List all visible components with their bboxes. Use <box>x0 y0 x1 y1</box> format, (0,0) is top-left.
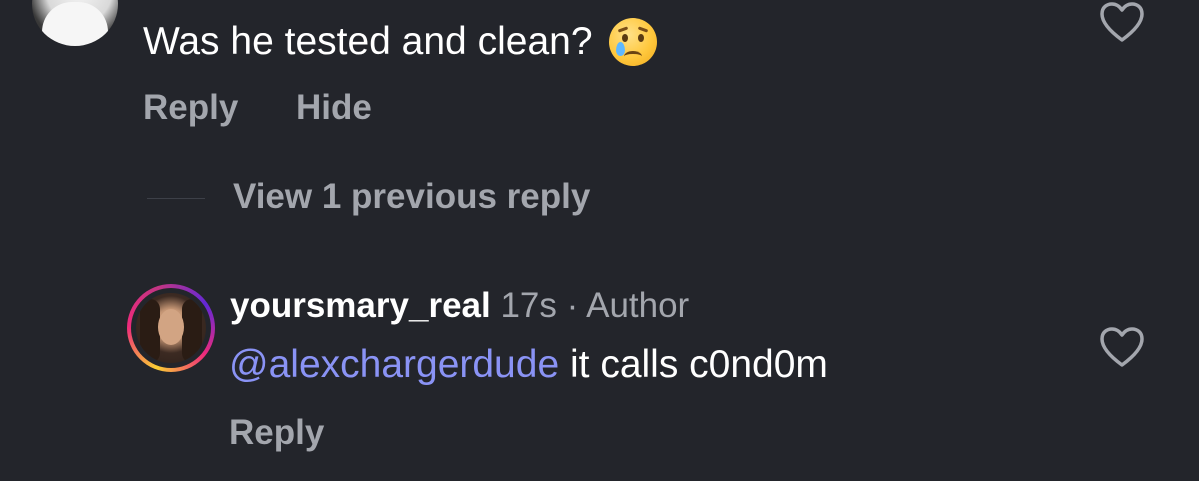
timestamp: 17s <box>500 286 557 325</box>
emoji-brow-right <box>637 26 648 33</box>
hide-button[interactable]: Hide <box>296 88 372 128</box>
view-previous-replies-button[interactable]: View 1 previous reply <box>233 177 590 217</box>
reply-button[interactable]: Reply <box>143 88 238 128</box>
comment-body: Was he tested and clean? <box>143 20 593 63</box>
comment-body: it calls c0nd0m <box>569 343 828 386</box>
like-heart-icon[interactable] <box>1099 1 1145 43</box>
author-badge: Author <box>586 286 690 325</box>
avatar-hair-right <box>182 299 202 363</box>
author-avatar-story-ring[interactable] <box>127 284 215 372</box>
crying-face-emoji-icon <box>608 18 657 66</box>
meta-separator: · <box>566 286 579 325</box>
emoji-eye-right <box>637 34 644 42</box>
emoji-eye-left <box>621 34 628 42</box>
comment-text: Was he tested and clean? <box>143 18 657 66</box>
avatar-photo <box>136 293 206 363</box>
replies-divider <box>147 198 205 199</box>
commenter-avatar-top[interactable] <box>32 0 118 46</box>
emoji-brow-left <box>617 26 628 33</box>
comment-header: yoursmary_real 17s · Author <box>230 286 689 326</box>
reply-button[interactable]: Reply <box>229 413 324 453</box>
mention-link[interactable]: @alexchargerdude <box>229 343 559 386</box>
comment-text: @alexchargerdude it calls c0nd0m <box>229 342 828 388</box>
username-link[interactable]: yoursmary_real <box>230 286 491 325</box>
avatar-photo <box>42 2 108 46</box>
like-heart-icon[interactable] <box>1099 326 1145 368</box>
emoji-mouth <box>623 51 642 62</box>
emoji-tear <box>615 42 625 56</box>
avatar-hair-left <box>140 299 160 363</box>
avatar-face <box>158 309 184 345</box>
